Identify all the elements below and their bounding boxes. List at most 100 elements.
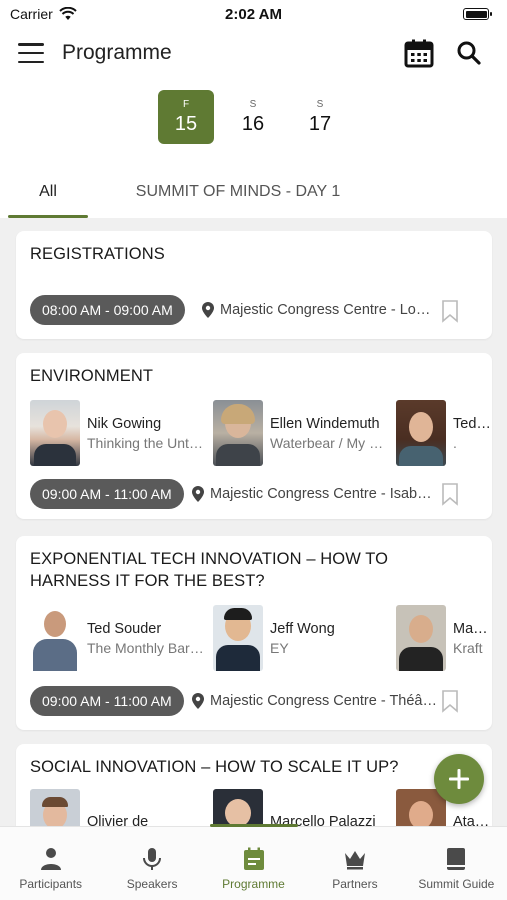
speaker-org: The Monthly Barometer <box>87 639 210 656</box>
session-card[interactable]: ENVIRONMENT Nik Gowing Thinking the Unth… <box>16 353 492 519</box>
speaker-chip[interactable]: Ted Souder . <box>396 399 492 467</box>
add-button[interactable] <box>434 754 484 804</box>
session-location: Majestic Congress Centre - Lobby <box>202 295 438 325</box>
tab-all[interactable]: All <box>8 168 88 218</box>
speaker-name: Atalay <box>453 814 492 826</box>
speaker-chip[interactable]: Nik Gowing Thinking the Unthinkable <box>30 399 210 467</box>
nav-participants[interactable]: Participants <box>0 827 101 900</box>
session-time: 09:00 AM - 11:00 AM <box>30 686 184 716</box>
nav-label: Participants <box>19 877 83 891</box>
location-pin-icon <box>192 486 204 502</box>
status-bar: Carrier 2:02 AM <box>0 0 507 28</box>
bookmark-icon[interactable] <box>440 689 460 713</box>
bookmark-icon[interactable] <box>440 299 460 323</box>
bookmark-icon[interactable] <box>440 482 460 506</box>
location-text: Majestic Congress Centre - Lobby <box>220 302 438 318</box>
speaker-chip[interactable]: Ellen Windemuth Waterbear / My Octopus T… <box>213 399 393 467</box>
session-time: 08:00 AM - 09:00 AM <box>30 295 185 325</box>
location-text: Majestic Congress Centre - Théâtre <box>210 693 438 709</box>
calendar-icon <box>243 847 264 870</box>
date-number: 16 <box>241 112 265 135</box>
speaker-avatar <box>396 400 446 466</box>
nav-label: Speakers <box>126 877 178 891</box>
session-card[interactable]: SOCIAL INNOVATION – HOW TO SCALE IT UP? … <box>16 744 492 826</box>
speaker-name: Martin <box>453 620 492 637</box>
session-location: Majestic Congress Centre - Isabella Hall <box>192 479 438 509</box>
speaker-avatar <box>213 400 263 466</box>
session-location: Majestic Congress Centre - Théâtre <box>192 686 438 716</box>
speaker-avatar <box>30 400 80 466</box>
speaker-avatar <box>213 605 263 671</box>
bottom-nav: Participants Speakers Programme Partners <box>0 824 507 900</box>
speaker-text: Ted Souder . <box>453 416 492 451</box>
calendar-button[interactable] <box>399 33 439 73</box>
search-button[interactable] <box>449 33 489 73</box>
speaker-name: Ellen Windemuth <box>270 415 380 432</box>
location-pin-icon <box>202 302 214 318</box>
session-list[interactable]: REGISTRATIONS 08:00 AM - 09:00 AM Majest… <box>0 218 507 826</box>
session-card[interactable]: EXPONENTIAL TECH INNOVATION – HOW TO HAR… <box>16 536 492 730</box>
speaker-org: Thinking the Unthinkable <box>87 434 210 451</box>
speaker-avatar <box>30 605 80 671</box>
speaker-avatar <box>396 605 446 671</box>
date-item-15[interactable]: F 15 <box>158 90 214 144</box>
carrier-label: Carrier <box>10 6 53 22</box>
nav-programme[interactable]: Programme <box>203 824 304 900</box>
status-left: Carrier <box>10 6 77 22</box>
date-item-17[interactable]: S 17 <box>292 90 348 144</box>
nav-speakers[interactable]: Speakers <box>101 827 202 900</box>
speaker-name: Jeff Wong <box>270 620 335 637</box>
speaker-text: Nik Gowing Thinking the Unthinkable <box>87 416 210 451</box>
search-icon <box>457 41 481 65</box>
date-number: 17 <box>308 112 332 135</box>
speaker-text: Ted Souder The Monthly Barometer <box>87 621 210 656</box>
plus-icon <box>449 769 469 789</box>
speaker-chip[interactable]: Martin Kraft <box>396 604 492 672</box>
session-title: ENVIRONMENT <box>30 367 154 385</box>
date-item-16[interactable]: S 16 <box>225 90 281 144</box>
calendar-icon <box>404 39 434 68</box>
speaker-text: Atalay <box>453 814 492 826</box>
nav-summit-guide[interactable]: Summit Guide <box>406 827 507 900</box>
speaker-name: Nik Gowing <box>87 415 162 432</box>
speaker-name: Ted Souder <box>453 415 492 432</box>
nav-active-indicator <box>209 824 298 827</box>
tab-label: SUMMIT OF MINDS - DAY 1 <box>135 183 341 200</box>
nav-label: Programme <box>222 877 285 891</box>
location-text: Majestic Congress Centre - Isabella Hall <box>210 486 438 502</box>
date-dow: S <box>249 98 257 110</box>
speaker-chip[interactable]: Jeff Wong EY <box>213 604 393 672</box>
session-time: 09:00 AM - 11:00 AM <box>30 479 184 509</box>
speaker-org: Waterbear / My Octopus Teacher <box>270 434 393 451</box>
speaker-name: Ted Souder <box>87 620 162 637</box>
battery-icon <box>463 8 492 20</box>
tab-summit-day-1[interactable]: SUMMIT OF MINDS - DAY 1 <box>118 168 358 216</box>
speaker-text: Ellen Windemuth Waterbear / My Octopus T… <box>270 416 393 451</box>
app-header: Programme <box>0 30 507 76</box>
speaker-org: EY <box>270 639 289 656</box>
tab-bar: All SUMMIT OF MINDS - DAY 1 <box>0 168 507 218</box>
speaker-name: Olivier de <box>87 814 149 826</box>
crown-icon <box>344 851 365 870</box>
speaker-chip[interactable]: Ted Souder The Monthly Barometer <box>30 604 210 672</box>
speaker-avatar <box>30 789 80 826</box>
microphone-icon <box>143 848 162 870</box>
nav-label: Summit Guide <box>418 877 495 891</box>
speaker-org: Kraft <box>453 639 483 656</box>
speaker-org: . <box>453 434 457 451</box>
speaker-text: Martin Kraft <box>453 621 492 656</box>
nav-label: Partners <box>332 877 378 891</box>
person-icon <box>40 848 61 870</box>
session-card[interactable]: REGISTRATIONS 08:00 AM - 09:00 AM Majest… <box>16 231 492 339</box>
tab-label: All <box>39 183 57 200</box>
date-selector: F 15 S 16 S 17 <box>0 90 507 146</box>
session-title: EXPONENTIAL TECH INNOVATION – HOW TO HAR… <box>30 550 389 590</box>
speaker-chip[interactable]: Marcello Palazzi <box>213 788 393 826</box>
session-title: SOCIAL INNOVATION – HOW TO SCALE IT UP? <box>30 758 399 776</box>
speaker-text: Jeff Wong EY <box>270 621 335 656</box>
menu-icon[interactable] <box>18 43 44 63</box>
speaker-chip[interactable]: Olivier de <box>30 788 210 826</box>
speaker-avatar <box>213 789 263 826</box>
speaker-text: Olivier de <box>87 814 148 826</box>
nav-partners[interactable]: Partners <box>304 827 405 900</box>
